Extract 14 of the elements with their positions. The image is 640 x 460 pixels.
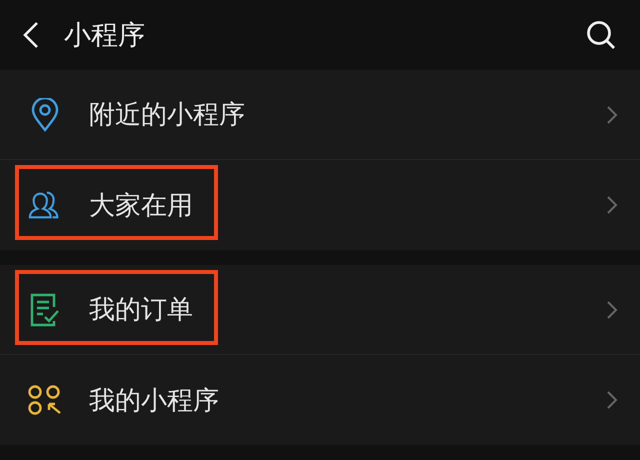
menu-item[interactable]: 我的小程序 [0, 355, 640, 445]
menu-item[interactable]: 附近的小程序 [0, 70, 640, 160]
checklist-icon [30, 292, 60, 326]
chevron-icon [606, 300, 618, 320]
chevron-icon [606, 390, 618, 410]
location-pin-icon [31, 98, 59, 132]
search-icon[interactable] [586, 20, 616, 50]
chevron-icon [606, 104, 618, 124]
menu-item[interactable]: 我的订单 [0, 265, 640, 355]
page-title: 小程序 [64, 19, 146, 53]
chevron-icon [606, 195, 618, 215]
back-icon[interactable] [22, 21, 40, 49]
apps-icon [28, 385, 62, 415]
menu-item[interactable]: 大家在用 [0, 160, 640, 250]
